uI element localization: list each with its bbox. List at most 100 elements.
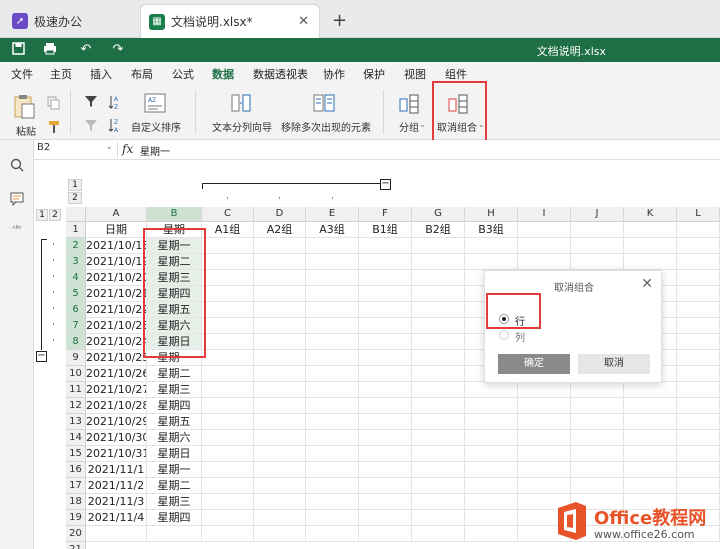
cell[interactable]: [412, 270, 465, 286]
row-header[interactable]: 16: [66, 462, 86, 478]
cell[interactable]: [254, 350, 306, 366]
custom-sort-label[interactable]: 自定义排序: [131, 119, 181, 134]
row-header[interactable]: 3: [66, 254, 86, 270]
cancel-button[interactable]: 取消: [578, 354, 650, 374]
table-cell-weekday[interactable]: 星期四: [147, 398, 202, 414]
row-header[interactable]: 6: [66, 302, 86, 318]
cell[interactable]: [677, 462, 720, 478]
cell[interactable]: [202, 366, 254, 382]
menu-view[interactable]: 视图: [404, 66, 426, 82]
cell[interactable]: A1组: [202, 222, 254, 238]
cell[interactable]: [412, 286, 465, 302]
close-icon[interactable]: ✕: [298, 14, 309, 29]
column-header[interactable]: L: [677, 207, 720, 222]
cell[interactable]: B1组: [359, 222, 412, 238]
chevron-down-icon[interactable]: ⌄: [105, 142, 113, 152]
col-outline-level-1[interactable]: 1: [68, 179, 82, 191]
cell-name-box[interactable]: B2 ⌄: [34, 142, 118, 158]
cell[interactable]: [254, 494, 306, 510]
cell[interactable]: [677, 366, 720, 382]
clear-filter-icon[interactable]: [84, 118, 98, 135]
cell[interactable]: [254, 430, 306, 446]
chevron-down-icon[interactable]: ⌄: [419, 120, 426, 129]
cell[interactable]: [412, 254, 465, 270]
cell[interactable]: [306, 462, 359, 478]
cell[interactable]: [359, 398, 412, 414]
cell[interactable]: [412, 366, 465, 382]
col-outline-level-2[interactable]: 2: [68, 192, 82, 204]
cell[interactable]: [518, 430, 571, 446]
menu-plugins[interactable]: 组件: [445, 66, 467, 82]
cell[interactable]: [306, 382, 359, 398]
cell[interactable]: [254, 270, 306, 286]
cell[interactable]: [465, 382, 518, 398]
filter-icon[interactable]: [84, 94, 98, 111]
cell[interactable]: [465, 462, 518, 478]
fx-icon[interactable]: fx: [122, 142, 133, 156]
cell[interactable]: [359, 350, 412, 366]
cell[interactable]: [306, 510, 359, 526]
cell[interactable]: [359, 238, 412, 254]
cell[interactable]: [202, 286, 254, 302]
cell[interactable]: [412, 430, 465, 446]
table-cell-date[interactable]: 2021/10/29: [86, 414, 147, 430]
cell[interactable]: [624, 414, 677, 430]
cell[interactable]: [306, 446, 359, 462]
table-cell-date[interactable]: 2021/11/1: [86, 462, 147, 478]
cell[interactable]: 日期: [86, 222, 147, 238]
cell[interactable]: [624, 254, 677, 270]
menu-data[interactable]: 数据: [212, 66, 234, 86]
cell[interactable]: [465, 478, 518, 494]
cell[interactable]: [465, 446, 518, 462]
text-to-columns-icon[interactable]: [231, 93, 251, 116]
custom-sort-icon[interactable]: AZ: [144, 93, 166, 116]
select-all-corner[interactable]: [66, 207, 86, 222]
cell[interactable]: [571, 462, 624, 478]
table-cell-date[interactable]: 2021/11/2: [86, 478, 147, 494]
collapse-row-group-button[interactable]: −: [36, 351, 47, 362]
row-header[interactable]: 11: [66, 382, 86, 398]
column-header[interactable]: C: [202, 207, 254, 222]
cell[interactable]: [359, 366, 412, 382]
cell[interactable]: [677, 334, 720, 350]
cell[interactable]: [306, 318, 359, 334]
cell[interactable]: [624, 462, 677, 478]
cell[interactable]: [306, 366, 359, 382]
cell[interactable]: [465, 430, 518, 446]
cell[interactable]: [677, 222, 720, 238]
cell[interactable]: [571, 446, 624, 462]
cell[interactable]: [359, 510, 412, 526]
close-icon[interactable]: ✕: [641, 276, 653, 292]
cell[interactable]: [254, 318, 306, 334]
cell[interactable]: [412, 318, 465, 334]
cell[interactable]: [359, 414, 412, 430]
cell[interactable]: [202, 270, 254, 286]
cell[interactable]: [518, 222, 571, 238]
cell[interactable]: [202, 494, 254, 510]
cell[interactable]: [306, 254, 359, 270]
cell[interactable]: [624, 446, 677, 462]
column-header[interactable]: A: [86, 207, 147, 222]
cell[interactable]: [624, 222, 677, 238]
row-header[interactable]: 17: [66, 478, 86, 494]
cell[interactable]: [571, 414, 624, 430]
menu-file[interactable]: 文件: [11, 66, 33, 82]
column-header[interactable]: G: [412, 207, 465, 222]
cell[interactable]: [359, 302, 412, 318]
remove-duplicates-icon[interactable]: [313, 93, 335, 116]
row-header[interactable]: 9: [66, 350, 86, 366]
row-header[interactable]: 1: [66, 222, 86, 238]
table-cell-date[interactable]: 2021/10/26: [86, 366, 147, 382]
row-outline-level-2[interactable]: 2: [49, 209, 61, 221]
table-cell-weekday[interactable]: 星期五: [147, 414, 202, 430]
cell[interactable]: [412, 350, 465, 366]
table-cell-date[interactable]: 2021/10/22: [86, 302, 147, 318]
search-icon[interactable]: [9, 158, 25, 174]
cell[interactable]: A3组: [306, 222, 359, 238]
cell[interactable]: [571, 398, 624, 414]
cell[interactable]: [254, 526, 306, 542]
table-cell-date[interactable]: 2021/10/18: [86, 238, 147, 254]
cell[interactable]: [202, 334, 254, 350]
table-cell-date[interactable]: 2021/10/23: [86, 318, 147, 334]
cell[interactable]: [306, 270, 359, 286]
